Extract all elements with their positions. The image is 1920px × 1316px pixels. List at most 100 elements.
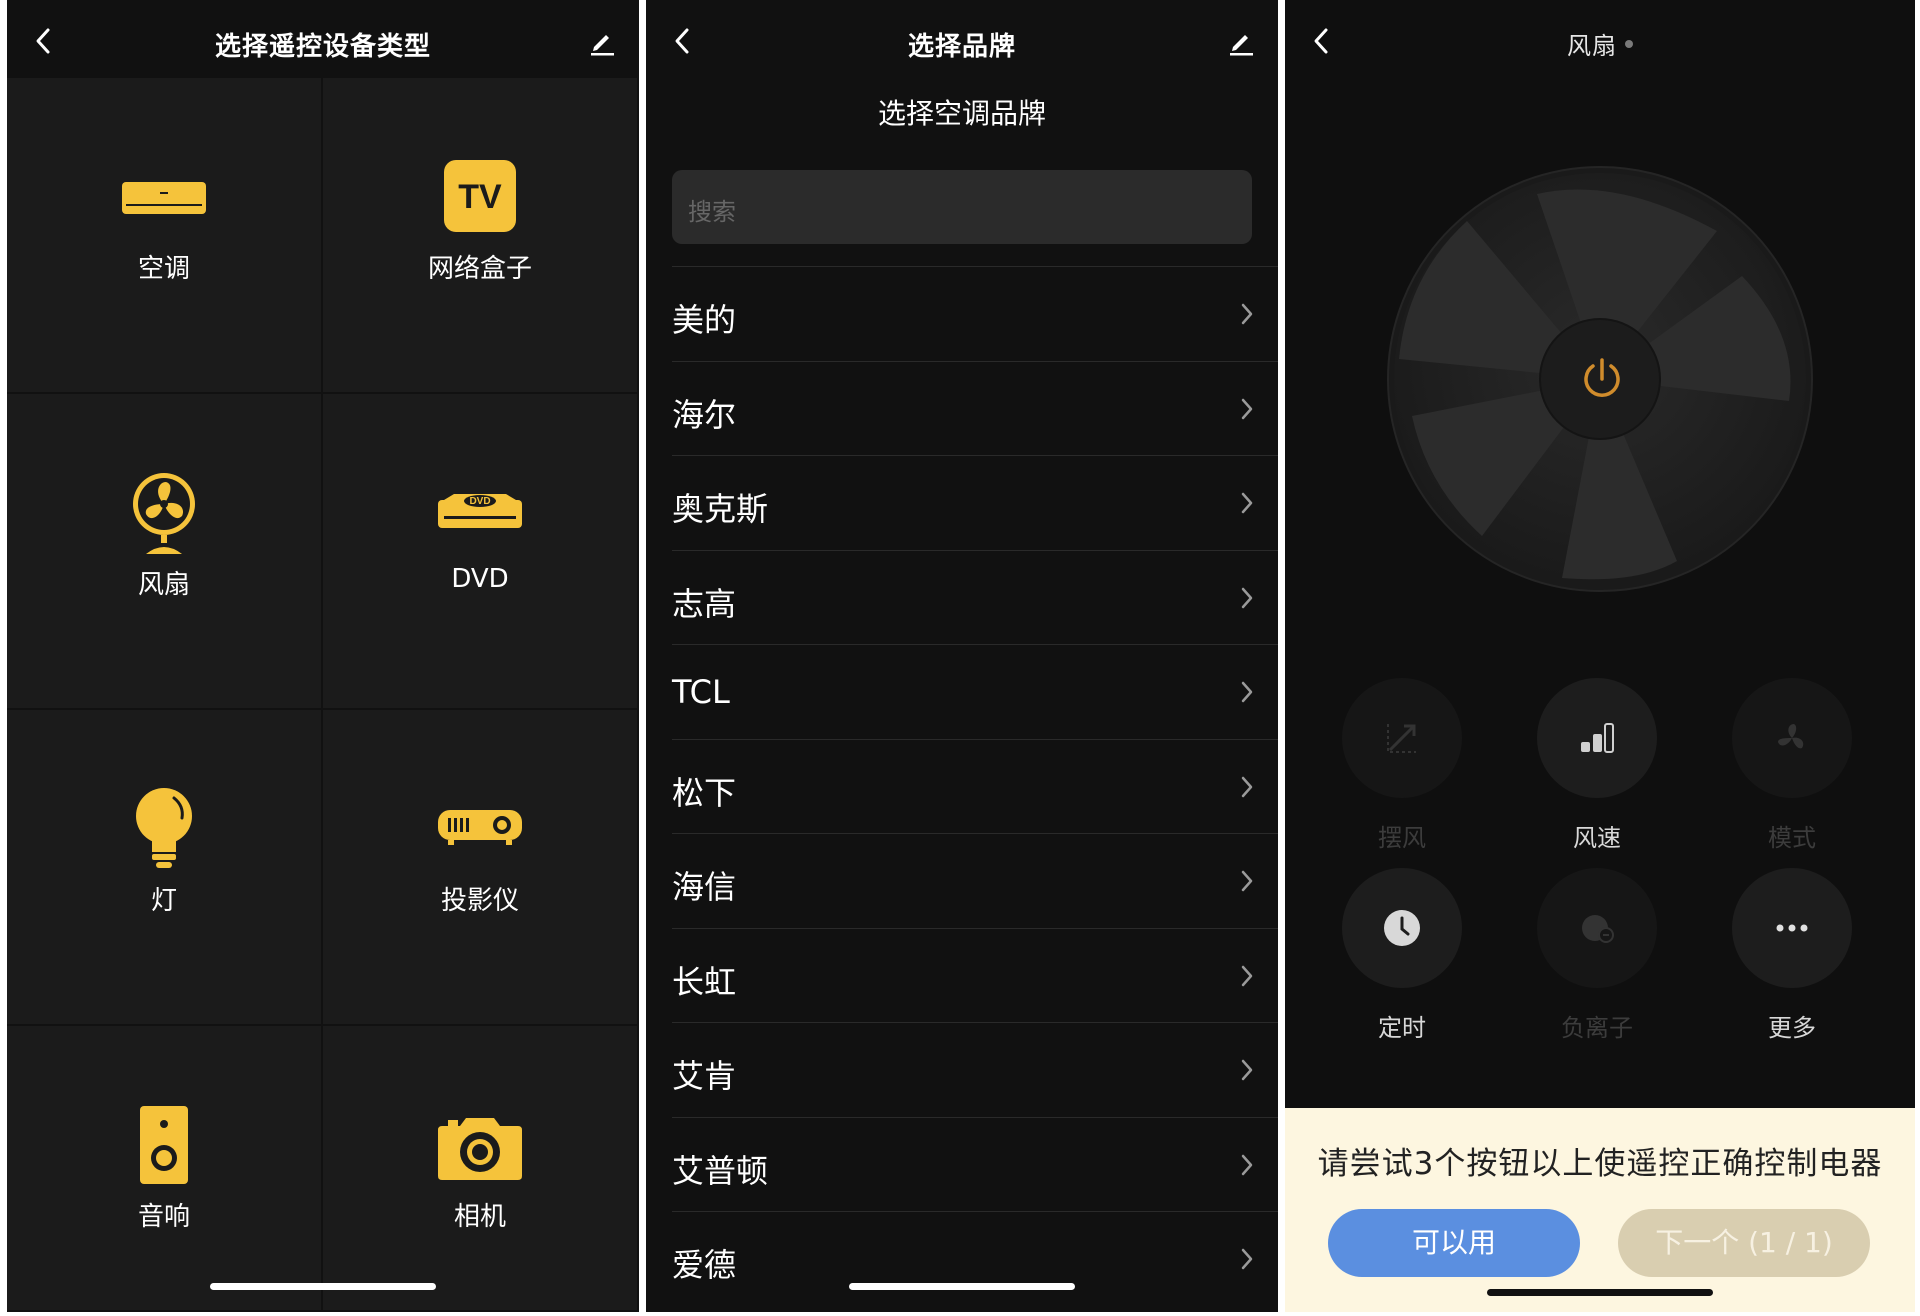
nav-bar: 选择遥控设备类型 bbox=[7, 0, 639, 78]
brand-list-item[interactable]: 长虹 bbox=[672, 927, 1278, 1023]
device-grid: 空调 TV 网络盒子 风扇 DVD DVD 灯 投影仪 音响 相机 bbox=[7, 78, 639, 1312]
device-label: DVD bbox=[451, 564, 509, 594]
works-button[interactable]: 可以用 bbox=[1328, 1209, 1580, 1277]
brand-name: TCL bbox=[672, 673, 730, 711]
chevron-right-icon bbox=[1241, 681, 1253, 703]
fan-speed-button[interactable] bbox=[1537, 678, 1657, 798]
more-label: 更多 bbox=[1768, 1014, 1816, 1042]
brand-list-item[interactable]: 松下 bbox=[672, 738, 1278, 834]
brand-list-item[interactable]: 艾普顿 bbox=[672, 1116, 1278, 1212]
home-indicator bbox=[849, 1283, 1075, 1290]
chevron-right-icon bbox=[1241, 776, 1253, 797]
swing-button[interactable] bbox=[1342, 678, 1462, 798]
page-title: 选择品牌 bbox=[907, 32, 1016, 62]
edit-icon[interactable] bbox=[1226, 26, 1256, 56]
chevron-right-icon bbox=[1241, 587, 1253, 608]
nav-bar: 风扇 bbox=[1285, 0, 1915, 78]
page-title: 选择遥控设备类型 bbox=[214, 32, 431, 62]
dvd-icon: DVD bbox=[438, 494, 522, 528]
timer-icon bbox=[1384, 910, 1420, 946]
fan-speed-label: 风速 bbox=[1573, 824, 1621, 852]
chevron-right-icon bbox=[1241, 303, 1253, 325]
chevron-right-icon bbox=[1241, 965, 1253, 986]
brand-list-item[interactable]: 爱德 bbox=[672, 1211, 1278, 1306]
anion-button[interactable] bbox=[1537, 868, 1657, 988]
brand-list-item[interactable]: 奥克斯 bbox=[672, 455, 1278, 550]
device-projector[interactable]: 投影仪 bbox=[323, 710, 639, 1026]
device-label: 灯 bbox=[150, 886, 177, 916]
search-input[interactable]: 搜索 bbox=[672, 170, 1252, 244]
device-speaker[interactable]: 音响 bbox=[7, 1026, 323, 1312]
screenshot-stage: 选择遥控设备类型 空调 TV 网络盒子 风扇 DVD DVD 灯 投影仪 音响 … bbox=[0, 0, 1920, 1316]
projector-icon bbox=[438, 810, 522, 845]
chevron-right-icon bbox=[1241, 1248, 1253, 1270]
brand-list-item[interactable]: 志高 bbox=[672, 549, 1278, 645]
chevron-right-icon bbox=[1241, 398, 1253, 419]
home-indicator bbox=[210, 1283, 436, 1290]
test-prompt: 请尝试3个按钮以上使遥控正确控制电器 可以用 下一个 (1 / 1) bbox=[1285, 1108, 1915, 1312]
swing-icon bbox=[1387, 724, 1416, 753]
brand-name: 艾普顿 bbox=[672, 1151, 769, 1190]
brand-list-item[interactable]: 美的 bbox=[672, 266, 1278, 361]
next-button[interactable]: 下一个 (1 / 1) bbox=[1618, 1209, 1870, 1277]
air-conditioner-icon bbox=[122, 182, 206, 214]
device-label: 网络盒子 bbox=[427, 254, 532, 284]
device-tv-box[interactable]: TV 网络盒子 bbox=[323, 78, 639, 394]
light-bulb-icon bbox=[136, 788, 192, 868]
brand-name: 海尔 bbox=[672, 395, 737, 434]
chevron-right-icon bbox=[1241, 870, 1253, 892]
device-type-screen: 选择遥控设备类型 空调 TV 网络盒子 风扇 DVD DVD 灯 投影仪 音响 … bbox=[7, 0, 639, 1312]
power-icon bbox=[1584, 358, 1620, 397]
brand-name: 艾肯 bbox=[672, 1057, 737, 1095]
device-fan[interactable]: 风扇 bbox=[7, 394, 323, 710]
mode-button[interactable] bbox=[1732, 678, 1852, 798]
tv-box-icon: TV bbox=[444, 160, 516, 232]
search-placeholder: 搜索 bbox=[688, 198, 736, 226]
anion-icon bbox=[1582, 915, 1614, 943]
status-dot bbox=[1625, 40, 1633, 48]
brand-name: 美的 bbox=[672, 301, 737, 339]
more-button[interactable] bbox=[1732, 868, 1852, 988]
speaker-icon bbox=[140, 1106, 188, 1184]
device-label: 风扇 bbox=[137, 570, 190, 600]
mode-label: 模式 bbox=[1768, 824, 1816, 852]
chevron-right-icon bbox=[1241, 1154, 1253, 1175]
device-label: 空调 bbox=[137, 254, 190, 284]
brand-list: 美的海尔奥克斯志高 TCL 松下海信长虹艾肯艾普顿爱德 bbox=[646, 266, 1278, 1306]
brand-name: 志高 bbox=[672, 584, 737, 623]
fan-icon bbox=[133, 473, 195, 554]
page-title: 风扇 bbox=[1285, 26, 1915, 61]
device-label: 相机 bbox=[453, 1202, 506, 1232]
section-subtitle: 选择空调品牌 bbox=[877, 97, 1046, 130]
device-dvd[interactable]: DVD DVD bbox=[323, 394, 639, 710]
brand-list-item[interactable]: TCL bbox=[672, 644, 1278, 739]
timer-label: 定时 bbox=[1378, 1014, 1426, 1042]
mode-icon bbox=[1778, 724, 1804, 749]
device-name: 风扇 bbox=[1567, 32, 1617, 60]
brand-name: 爱德 bbox=[672, 1246, 737, 1284]
brand-list-item[interactable]: 艾肯 bbox=[672, 1022, 1278, 1117]
edit-icon[interactable] bbox=[587, 26, 617, 56]
camera-icon bbox=[438, 1118, 522, 1180]
brand-name: 奥克斯 bbox=[672, 490, 769, 528]
home-indicator bbox=[1487, 1289, 1713, 1296]
timer-button[interactable] bbox=[1342, 868, 1462, 988]
device-light[interactable]: 灯 bbox=[7, 710, 323, 1026]
fan-speed-icon bbox=[1581, 723, 1614, 753]
brand-select-screen: 选择品牌 选择空调品牌 搜索 美的海尔奥克斯志高 TCL 松下海信长虹艾肯艾普顿爱德 bbox=[646, 0, 1278, 1312]
fan-remote-screen: 风扇 摆风 风速 模式 定时 负离子 更多 请尝试3个按钮以上使遥控正确控制电器… bbox=[1285, 0, 1915, 1312]
brand-name: 海信 bbox=[672, 868, 737, 906]
device-air-conditioner[interactable]: 空调 bbox=[7, 78, 323, 394]
brand-name: 长虹 bbox=[672, 962, 737, 1001]
device-label: 投影仪 bbox=[440, 886, 519, 916]
nav-bar: 选择品牌 bbox=[646, 0, 1278, 78]
brand-name: 松下 bbox=[672, 773, 737, 812]
brand-list-item[interactable]: 海尔 bbox=[672, 360, 1278, 456]
device-label: 音响 bbox=[137, 1202, 190, 1232]
device-camera[interactable]: 相机 bbox=[323, 1026, 639, 1312]
anion-label: 负离子 bbox=[1561, 1014, 1633, 1042]
chevron-right-icon bbox=[1241, 492, 1253, 514]
brand-list-item[interactable]: 海信 bbox=[672, 833, 1278, 928]
swing-label: 摆风 bbox=[1378, 824, 1426, 852]
power-button[interactable] bbox=[1542, 319, 1662, 439]
